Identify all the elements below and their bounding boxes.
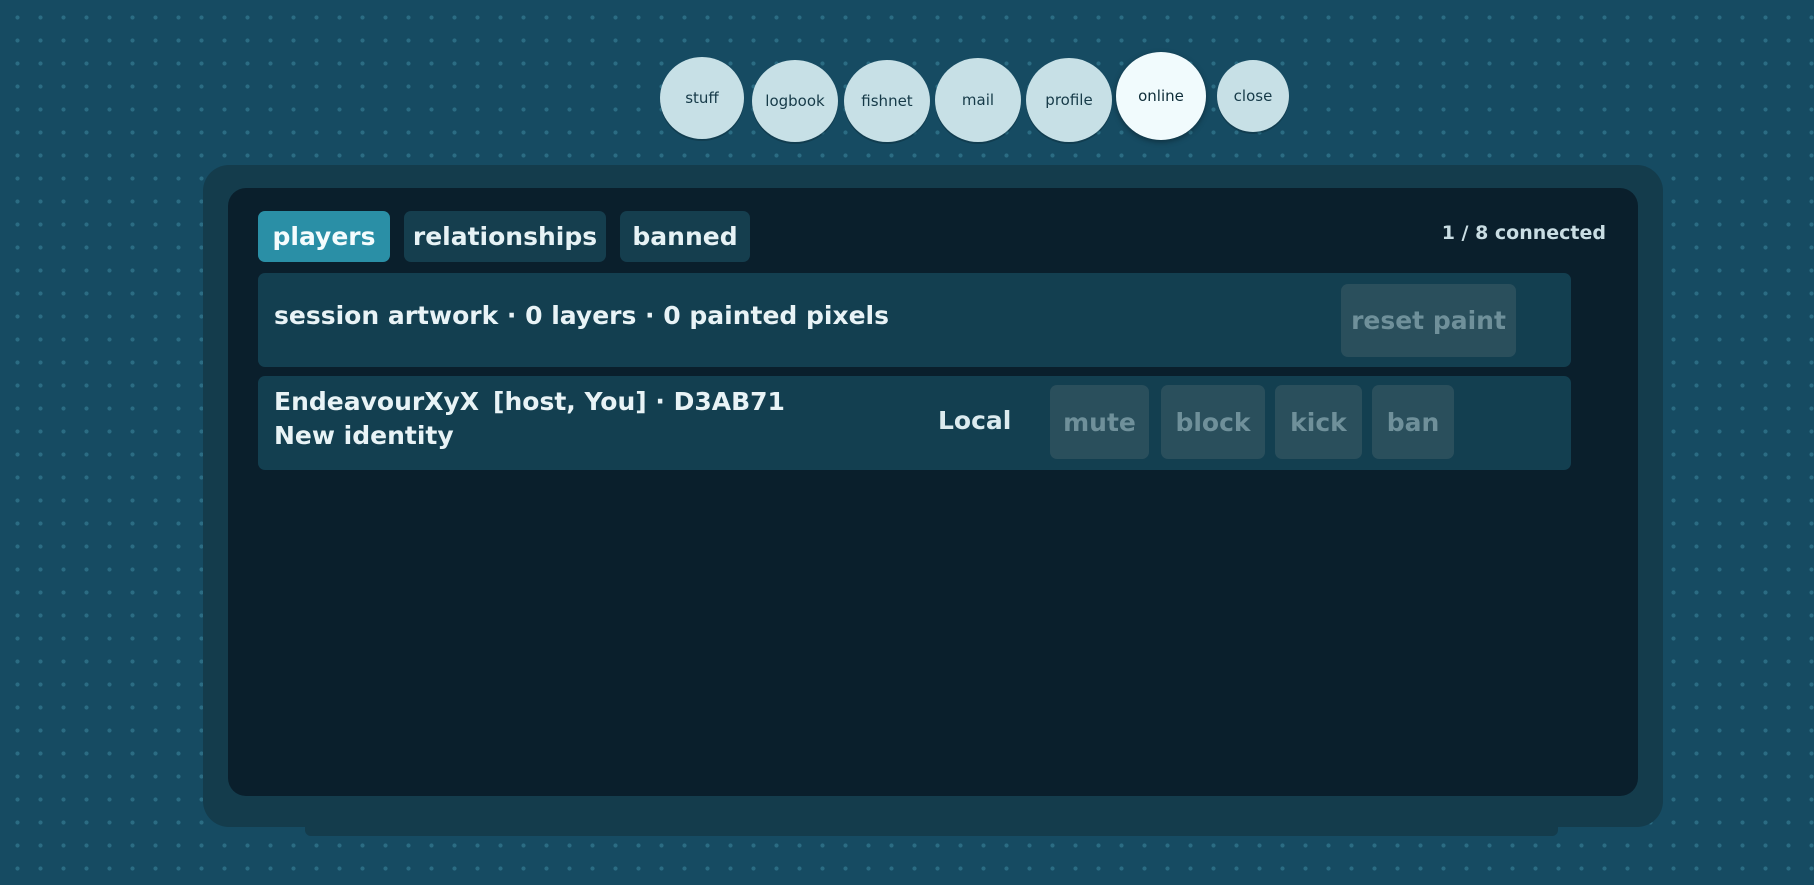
player-row: EndeavourXyX [host, You] · D3AB71 New ide… <box>258 376 1571 470</box>
mute-button[interactable]: mute <box>1050 385 1149 459</box>
connected-count: 1 / 8 connected <box>1441 222 1606 244</box>
player-name: EndeavourXyX <box>274 387 480 416</box>
player-tags: [host, You] · D3AB71 <box>493 387 785 416</box>
session-artwork-summary: session artwork · 0 layers · 0 painted p… <box>274 301 889 330</box>
ban-button[interactable]: ban <box>1372 385 1454 459</box>
nav-stuff-button[interactable]: stuff <box>660 57 744 139</box>
nav-fishnet-button[interactable]: fishnet <box>844 60 930 142</box>
kick-button[interactable]: kick <box>1275 385 1362 459</box>
nav-mail-button[interactable]: mail <box>935 58 1021 142</box>
nav-logbook-button[interactable]: logbook <box>752 60 838 142</box>
block-button[interactable]: block <box>1161 385 1265 459</box>
top-nav: stuff logbook fishnet mail profile onlin… <box>0 0 1814 150</box>
nav-online-button[interactable]: online <box>1116 52 1206 140</box>
tab-relationships[interactable]: relationships <box>404 211 606 262</box>
player-identity: New identity <box>274 421 454 450</box>
tab-players[interactable]: players <box>258 211 390 262</box>
reset-paint-button[interactable]: reset paint <box>1341 284 1516 357</box>
nav-profile-button[interactable]: profile <box>1026 58 1112 142</box>
nav-close-button[interactable]: close <box>1217 60 1289 132</box>
tab-banned[interactable]: banned <box>620 211 750 262</box>
session-artwork-row: session artwork · 0 layers · 0 painted p… <box>258 273 1571 367</box>
player-title: EndeavourXyX [host, You] · D3AB71 <box>274 387 785 416</box>
player-location: Local <box>938 406 1012 435</box>
